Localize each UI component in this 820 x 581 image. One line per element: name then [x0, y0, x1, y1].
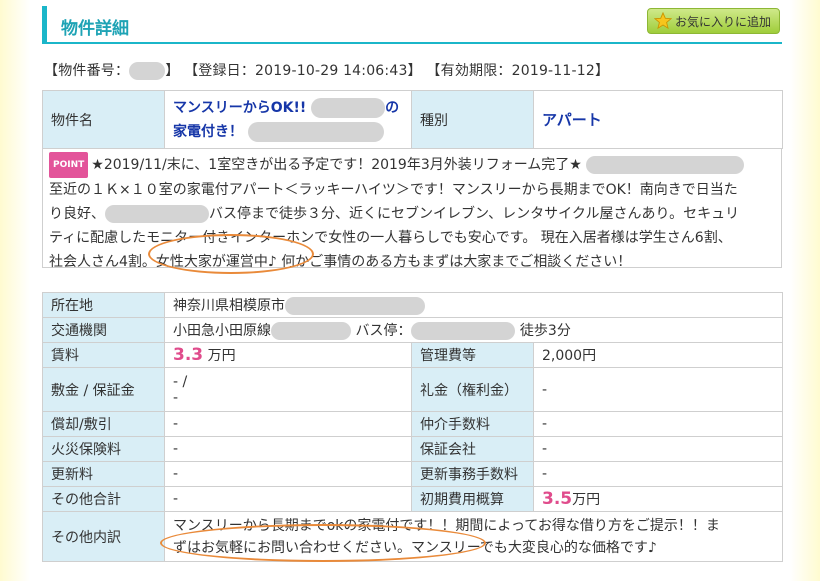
initial-cost-label: 初期費用概算: [411, 486, 534, 512]
property-details-table: 所在地 神奈川県相模原市 交通機関 小田急小田原線 バス停： 徒歩3分 賃料 3…: [42, 292, 784, 562]
deposit-value: - / -: [164, 367, 412, 412]
transport-value: 小田急小田原線 バス停： 徒歩3分: [163, 317, 784, 343]
registered-date: 【登録日：2019-10-29 14:06:43】: [184, 63, 422, 79]
guarantor-label: 保証会社: [411, 436, 534, 462]
property-name-line1: マンスリーからOK!!: [173, 99, 307, 116]
section-header: 物件詳細 お気に入りに追加: [42, 6, 782, 44]
broker-fee-label: 仲介手数料: [411, 411, 534, 437]
other-total-value: -: [164, 486, 412, 512]
initial-cost-amount: 3.5: [542, 489, 573, 509]
other-detail-line2: ずはお気軽にお問い合わせください。マンスリーでも大変良心的な価格です♪: [173, 539, 657, 556]
management-fee-label: 管理費等: [411, 342, 534, 368]
property-number-close: 】: [165, 63, 180, 79]
management-fee-value: 2,000円: [532, 342, 784, 368]
amortization-label: 償却/敷引: [42, 411, 165, 437]
renewal-admin-fee-value: -: [532, 461, 784, 487]
property-type-label: 種別: [411, 90, 534, 149]
property-name-label: 物件名: [42, 90, 165, 149]
redacted-property-name-2: [247, 121, 384, 142]
property-description: POINT ★2019/11/末に、1室空きが出る予定です！2019年3月外装リフ…: [42, 148, 782, 270]
rent-amount: 3.3: [173, 345, 204, 365]
initial-cost-unit: 万円: [572, 492, 601, 508]
redacted-description-1: [586, 156, 745, 174]
description-line1: ★2019/11/末に、1室空きが出る予定です！2019年3月外装リフォーム完了…: [91, 157, 582, 173]
page-title: 物件詳細: [61, 19, 129, 39]
star-icon: [653, 12, 672, 30]
other-detail-value: マンスリーから長期までokの家電付です！！期間によってお得な借り方をご提示！！ま…: [163, 511, 784, 562]
add-favorite-button[interactable]: お気に入りに追加: [646, 8, 780, 34]
redacted-station: [271, 322, 351, 340]
rent-unit: 万円: [207, 348, 236, 364]
expiry-date: 【有効期限：2019-11-12】: [426, 63, 610, 79]
redacted-property-name: [311, 97, 386, 118]
redacted-bus-stop: [411, 322, 516, 340]
guarantor-value: -: [532, 436, 784, 462]
location-value: 神奈川県相模原市: [163, 292, 784, 318]
transport-line: 小田急小田原線: [173, 323, 271, 339]
key-money-label: 礼金（権利金）: [411, 367, 534, 412]
add-favorite-label: お気に入りに追加: [674, 14, 771, 29]
transport-label: 交通機関: [42, 317, 165, 343]
description-line4: ティに配慮したモニター付きインターホンで女性の一人暮らしでも安心です。 現在入居…: [49, 230, 732, 246]
redacted-property-number: [129, 62, 166, 80]
fire-insurance-value: -: [164, 436, 412, 462]
fire-insurance-label: 火災保険料: [42, 436, 165, 462]
property-type-value: アパート: [533, 90, 783, 149]
description-line2: 至近の１Ｋ×１０室の家電付アパート＜ラッキーハイツ＞です！マンスリーから長期まで…: [49, 182, 738, 198]
amortization-value: -: [164, 411, 412, 437]
renewal-fee-value: -: [164, 461, 412, 487]
property-name-suffix: の: [385, 99, 400, 116]
point-badge: POINT: [49, 152, 89, 178]
initial-cost-value: 3.5万円: [532, 486, 784, 512]
property-meta: 【物件番号： 】 【登録日：2019-10-29 14:06:43】 【有効期限：…: [44, 60, 609, 80]
description-line5: 社会人さん4割。女性大家が運営中♪ 何かご事情のある方もまずは大家までご相談くだ…: [49, 254, 632, 270]
redacted-address: [285, 297, 425, 315]
rent-label: 賃料: [42, 342, 165, 368]
deposit-value-2: -: [173, 389, 179, 406]
transport-walk: 徒歩3分: [519, 323, 571, 339]
property-number-label: 【物件番号：: [44, 63, 130, 79]
broker-fee-value: -: [532, 411, 784, 437]
location-text: 神奈川県相模原市: [173, 298, 285, 314]
renewal-admin-fee-label: 更新事務手数料: [411, 461, 534, 487]
rent-value: 3.3 万円: [164, 342, 412, 368]
key-money-value: -: [532, 367, 784, 412]
deposit-label: 敷金 / 保証金: [42, 367, 165, 412]
property-detail-page: 物件詳細 お気に入りに追加 【物件番号： 】 【登録日：2019-10-29 14…: [42, 0, 784, 581]
redacted-description-2: [105, 205, 209, 223]
deposit-value-1: - /: [173, 373, 188, 390]
property-name-cell: マンスリーからOK!! の 家電付き！: [164, 90, 412, 149]
renewal-fee-label: 更新料: [42, 461, 165, 487]
other-detail-line1: マンスリーから長期までokの家電付です！！期間によってお得な借り方をご提示！！ま: [173, 517, 720, 534]
property-name-line2: 家電付き！: [173, 123, 243, 140]
description-line3a: り良好、: [49, 206, 105, 222]
transport-bus: バス停：: [355, 323, 412, 339]
description-line3b: バス停まで徒歩３分、近くにセブンイレブン、レンタサイクル屋さんあり。セキュリ: [209, 206, 740, 222]
property-summary-table: 物件名 マンスリーからOK!! の 家電付き！ 種別 アパート: [42, 90, 783, 149]
other-total-label: その他合計: [42, 486, 165, 512]
location-label: 所在地: [42, 292, 165, 318]
other-detail-label: その他内訳: [42, 511, 165, 562]
